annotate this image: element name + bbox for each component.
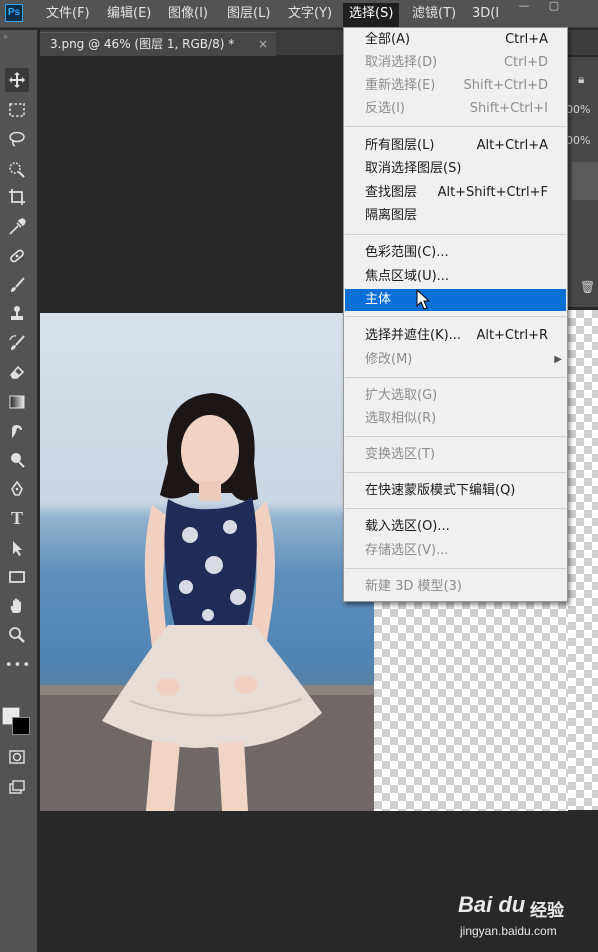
menu-item-grow[interactable]: 扩大选取(G) xyxy=(345,385,566,407)
crop-icon[interactable] xyxy=(5,185,29,209)
fill-value[interactable]: 00% xyxy=(566,134,590,147)
menu-separator xyxy=(345,508,566,509)
menu-3d[interactable]: 3D(I xyxy=(472,5,499,25)
menu-layer[interactable]: 图层(L) xyxy=(227,5,270,25)
document-tab-title: 3.png @ 46% (图层 1, RGB/8) * xyxy=(50,37,235,51)
menu-item-quick-mask[interactable]: 在快速蒙版模式下编辑(Q) xyxy=(345,480,566,502)
eyedropper-icon[interactable] xyxy=(5,215,29,239)
menu-select[interactable]: 选择(S) xyxy=(343,3,400,27)
photoshop-logo[interactable]: Ps xyxy=(5,4,23,22)
trash-icon[interactable]: 🗑︎ xyxy=(580,280,595,294)
menu-item-select-all[interactable]: 全部(A) Ctrl+A xyxy=(345,29,566,51)
photo-layer xyxy=(40,313,374,811)
menu-bar: Ps 文件(F) 编辑(E) 图像(I) 图层(L) 文字(Y) 选择(S) 滤… xyxy=(0,0,598,28)
menu-item-select-and-mask[interactable]: 选择并遮住(K)... Alt+Ctrl+R xyxy=(345,325,566,347)
menu-type[interactable]: 文字(Y) xyxy=(288,5,332,25)
clone-stamp-icon[interactable] xyxy=(5,302,29,326)
layer-row[interactable] xyxy=(572,162,598,200)
restore-icon[interactable]: ▢ xyxy=(540,0,568,14)
smudge-icon[interactable] xyxy=(5,419,29,443)
menu-item-color-range[interactable]: 色彩范围(C)... xyxy=(345,242,566,264)
marquee-icon[interactable] xyxy=(5,98,29,122)
eraser-icon[interactable] xyxy=(5,360,29,384)
move-icon[interactable] xyxy=(5,68,29,92)
hand-icon[interactable] xyxy=(5,594,29,618)
menu-image[interactable]: 图像(I) xyxy=(168,5,208,25)
rectangle-icon[interactable] xyxy=(5,565,29,589)
panel-collapse-icon[interactable]: » xyxy=(3,32,8,41)
menu-item-deselect-layers[interactable]: 取消选择图层(S) xyxy=(345,158,566,180)
path-selection-icon[interactable] xyxy=(5,536,29,560)
close-tab-icon[interactable]: × xyxy=(258,33,268,55)
menu-item-isolate-layers[interactable]: 隔离图层 xyxy=(345,205,566,227)
quick-mask-icon[interactable] xyxy=(5,745,29,769)
menu-separator xyxy=(345,472,566,473)
mouse-cursor-icon xyxy=(416,289,430,310)
baidu-logo: Bai du xyxy=(458,892,526,917)
history-brush-icon[interactable] xyxy=(5,331,29,355)
menu-separator xyxy=(345,377,566,378)
background-color-swatch[interactable] xyxy=(12,717,30,735)
brush-icon[interactable] xyxy=(5,273,29,297)
menu-edit[interactable]: 编辑(E) xyxy=(107,5,151,25)
menu-item-transform-selection[interactable]: 变换选区(T) xyxy=(345,444,566,466)
gradient-icon[interactable] xyxy=(5,390,29,414)
healing-brush-icon[interactable] xyxy=(5,244,29,268)
transparent-area-right xyxy=(568,310,598,810)
menu-item-save-selection[interactable]: 存储选区(V)... xyxy=(345,540,566,562)
color-swatches[interactable] xyxy=(0,705,36,745)
menu-item-focus-area[interactable]: 焦点区域(U)... xyxy=(345,266,566,288)
watermark-jingyan: 经验 xyxy=(530,901,564,921)
menu-item-modify[interactable]: 修改(M) ▶ xyxy=(345,349,566,371)
document-tab[interactable]: 3.png @ 46% (图层 1, RGB/8) * × xyxy=(40,32,276,56)
menu-item-inverse[interactable]: 反选(I) Shift+Ctrl+I xyxy=(345,98,566,120)
menu-item-load-selection[interactable]: 载入选区(O)... xyxy=(345,516,566,538)
lock-icon[interactable]: 🔒︎ xyxy=(578,72,584,87)
menu-separator xyxy=(345,126,566,127)
watermark: Bai du 经验 jingyan.baidu.com xyxy=(458,884,598,944)
menu-item-all-layers[interactable]: 所有图层(L) Alt+Ctrl+A xyxy=(345,135,566,157)
menu-file[interactable]: 文件(F) xyxy=(46,5,90,25)
lasso-icon[interactable] xyxy=(5,127,29,151)
menu-separator xyxy=(345,568,566,569)
menu-item-similar[interactable]: 选取相似(R) xyxy=(345,408,566,430)
select-menu: 全部(A) Ctrl+A 取消选择(D) Ctrl+D 重新选择(E) Shift+C… xyxy=(343,27,568,602)
tools-panel: » T ••• xyxy=(0,30,38,952)
menu-item-reselect[interactable]: 重新选择(E) Shift+Ctrl+D xyxy=(345,75,566,97)
menu-filter[interactable]: 滤镜(T) xyxy=(412,5,456,25)
opacity-value[interactable]: 00% xyxy=(566,103,590,116)
menu-separator xyxy=(345,234,566,235)
pen-icon[interactable] xyxy=(5,477,29,501)
more-tools-icon[interactable]: ••• xyxy=(5,654,30,678)
menu-item-deselect[interactable]: 取消选择(D) Ctrl+D xyxy=(345,52,566,74)
portrait-image xyxy=(40,393,374,811)
dodge-icon[interactable] xyxy=(5,448,29,472)
menu-separator xyxy=(345,316,566,317)
minimize-icon[interactable]: — xyxy=(510,0,538,14)
menu-item-subject[interactable]: 主体 xyxy=(345,289,566,311)
menu-item-new-3d-model[interactable]: 新建 3D 模型(3) xyxy=(345,576,566,598)
submenu-arrow-icon: ▶ xyxy=(554,354,562,365)
menu-separator xyxy=(345,436,566,437)
zoom-icon[interactable] xyxy=(5,623,29,647)
quick-selection-icon[interactable] xyxy=(5,157,29,181)
menu-item-find-layers[interactable]: 查找图层 Alt+Shift+Ctrl+F xyxy=(345,182,566,204)
screen-mode-icon[interactable] xyxy=(5,775,29,799)
watermark-url: jingyan.baidu.com xyxy=(460,924,557,938)
type-icon[interactable]: T xyxy=(5,506,29,530)
